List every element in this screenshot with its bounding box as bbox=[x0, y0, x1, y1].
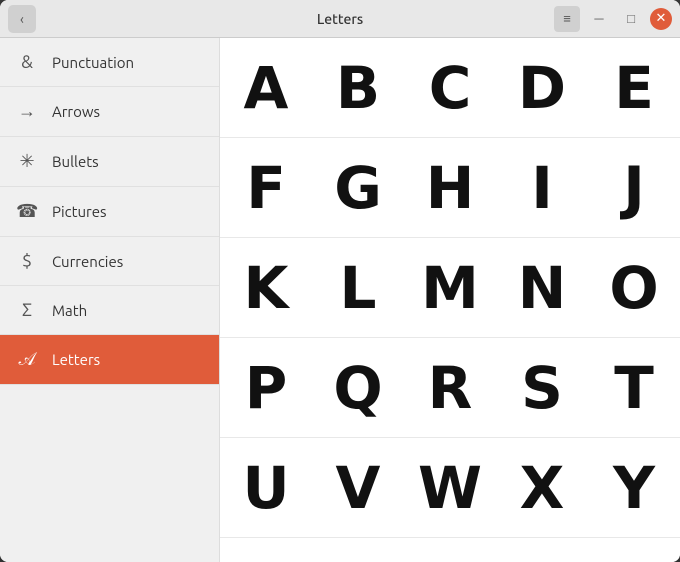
letter-cell-I[interactable]: I bbox=[496, 138, 588, 238]
letter-cell-E[interactable]: E bbox=[588, 38, 680, 138]
back-icon: ‹ bbox=[20, 11, 24, 27]
letter-cell-d[interactable]: d bbox=[588, 538, 680, 562]
letter-cell-W[interactable]: W bbox=[404, 438, 496, 538]
app-window: ‹ Letters ≡ ─ □ ✕ & Punctuation → Arrows bbox=[0, 0, 680, 562]
close-icon: ✕ bbox=[656, 11, 667, 26]
maximize-button[interactable]: □ bbox=[618, 6, 644, 32]
letter-cell-Q[interactable]: Q bbox=[312, 338, 404, 438]
letter-cell-G[interactable]: G bbox=[312, 138, 404, 238]
letter-cell-b[interactable]: b bbox=[404, 538, 496, 562]
letter-cell-K[interactable]: K bbox=[220, 238, 312, 338]
content-area: ABCDE FGHIJ KLMNO PQRST UVWXY Zabcd bbox=[220, 38, 680, 562]
letter-cell-O[interactable]: O bbox=[588, 238, 680, 338]
sidebar: & Punctuation → Arrows ✳ Bullets ☎ Pictu… bbox=[0, 38, 220, 562]
letter-cell-a[interactable]: a bbox=[312, 538, 404, 562]
window-controls: ≡ ─ □ ✕ bbox=[554, 6, 672, 32]
sidebar-item-punctuation[interactable]: & Punctuation bbox=[0, 38, 219, 87]
letter-cell-M[interactable]: M bbox=[404, 238, 496, 338]
letters-icon: 𝒜 bbox=[16, 349, 38, 370]
letter-cell-A[interactable]: A bbox=[220, 38, 312, 138]
math-icon: Σ bbox=[16, 300, 38, 320]
close-button[interactable]: ✕ bbox=[650, 8, 672, 30]
sidebar-label-arrows: Arrows bbox=[52, 103, 100, 120]
titlebar-left: ‹ bbox=[8, 5, 36, 33]
titlebar: ‹ Letters ≡ ─ □ ✕ bbox=[0, 0, 680, 38]
sidebar-item-letters[interactable]: 𝒜 Letters bbox=[0, 335, 219, 385]
sidebar-item-arrows[interactable]: → Arrows bbox=[0, 87, 219, 137]
bullets-icon: ✳ bbox=[16, 151, 38, 172]
letter-cell-C[interactable]: C bbox=[404, 38, 496, 138]
letter-cell-H[interactable]: H bbox=[404, 138, 496, 238]
letter-cell-N[interactable]: N bbox=[496, 238, 588, 338]
letter-cell-V[interactable]: V bbox=[312, 438, 404, 538]
punctuation-icon: & bbox=[16, 52, 38, 72]
minimize-icon: ─ bbox=[594, 11, 603, 26]
pictures-icon: ☎ bbox=[16, 201, 38, 222]
currencies-icon: $ bbox=[16, 251, 38, 271]
letter-cell-c[interactable]: c bbox=[496, 538, 588, 562]
sidebar-label-pictures: Pictures bbox=[52, 203, 107, 220]
letter-cell-P[interactable]: P bbox=[220, 338, 312, 438]
sidebar-label-bullets: Bullets bbox=[52, 153, 99, 170]
letter-cell-T[interactable]: T bbox=[588, 338, 680, 438]
sidebar-item-pictures[interactable]: ☎ Pictures bbox=[0, 187, 219, 237]
window-title: Letters bbox=[317, 11, 363, 27]
letter-cell-Z[interactable]: Z bbox=[220, 538, 312, 562]
letters-grid: ABCDE FGHIJ KLMNO PQRST UVWXY Zabcd bbox=[220, 38, 680, 562]
letter-cell-R[interactable]: R bbox=[404, 338, 496, 438]
letter-cell-U[interactable]: U bbox=[220, 438, 312, 538]
letter-cell-S[interactable]: S bbox=[496, 338, 588, 438]
sidebar-item-bullets[interactable]: ✳ Bullets bbox=[0, 137, 219, 187]
letter-cell-Y[interactable]: Y bbox=[588, 438, 680, 538]
letter-cell-X[interactable]: X bbox=[496, 438, 588, 538]
sidebar-label-math: Math bbox=[52, 302, 87, 319]
maximize-icon: □ bbox=[627, 11, 635, 26]
sidebar-item-currencies[interactable]: $ Currencies bbox=[0, 237, 219, 286]
menu-icon: ≡ bbox=[563, 11, 571, 26]
letter-cell-F[interactable]: F bbox=[220, 138, 312, 238]
minimize-button[interactable]: ─ bbox=[586, 6, 612, 32]
sidebar-label-letters: Letters bbox=[52, 351, 100, 368]
letter-cell-J[interactable]: J bbox=[588, 138, 680, 238]
letter-cell-B[interactable]: B bbox=[312, 38, 404, 138]
letter-cell-L[interactable]: L bbox=[312, 238, 404, 338]
menu-button[interactable]: ≡ bbox=[554, 6, 580, 32]
main-content: & Punctuation → Arrows ✳ Bullets ☎ Pictu… bbox=[0, 38, 680, 562]
back-button[interactable]: ‹ bbox=[8, 5, 36, 33]
letter-cell-D[interactable]: D bbox=[496, 38, 588, 138]
arrows-icon: → bbox=[16, 101, 38, 122]
sidebar-label-currencies: Currencies bbox=[52, 253, 123, 270]
sidebar-label-punctuation: Punctuation bbox=[52, 54, 134, 71]
sidebar-item-math[interactable]: Σ Math bbox=[0, 286, 219, 335]
